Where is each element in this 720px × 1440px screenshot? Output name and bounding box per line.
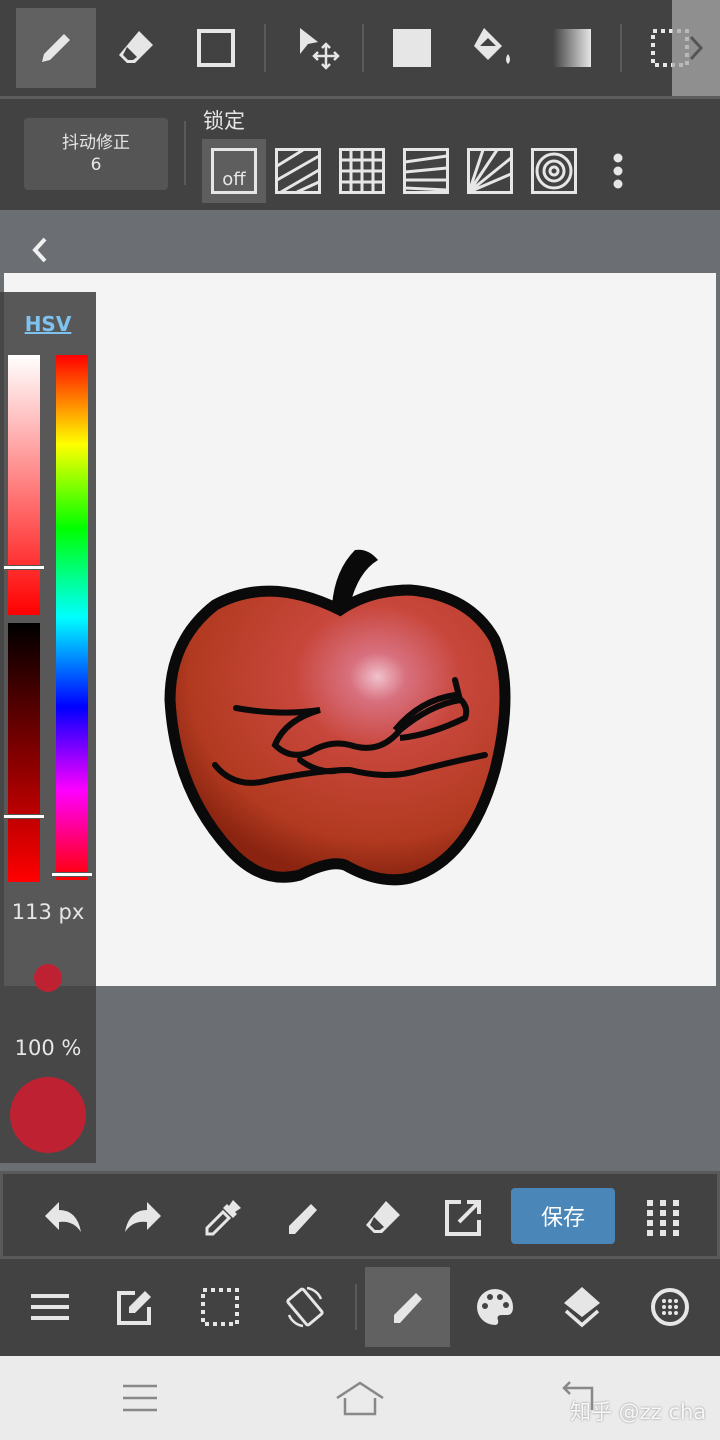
- nav-rotate-button[interactable]: [265, 1267, 345, 1347]
- system-home-button[interactable]: [330, 1370, 390, 1426]
- brush-size-value: 113 px: [11, 900, 85, 924]
- bucket-tool-button[interactable]: [452, 8, 532, 88]
- nav-menu-button[interactable]: [10, 1267, 90, 1347]
- back-button[interactable]: [24, 232, 56, 268]
- apple-drawing: [164, 549, 511, 886]
- export-button[interactable]: [423, 1178, 503, 1258]
- perspective-icon: [403, 148, 449, 194]
- nav-material-button[interactable]: [630, 1267, 710, 1347]
- layers-icon: [564, 1287, 600, 1328]
- divider: [184, 121, 186, 185]
- divider: [264, 24, 266, 72]
- undo-icon: [45, 1202, 81, 1232]
- gradient-tool-button[interactable]: [532, 8, 612, 88]
- material-icon: [651, 1288, 689, 1326]
- selection-icon: [201, 1288, 239, 1326]
- grid-menu-button[interactable]: [623, 1178, 703, 1258]
- more-vertical-icon: [613, 153, 623, 189]
- snap-off-button[interactable]: off: [202, 139, 266, 203]
- save-button[interactable]: 保存: [511, 1188, 615, 1244]
- current-color-swatch[interactable]: [10, 1077, 86, 1153]
- stabilizer-label: 抖动修正: [62, 133, 130, 153]
- value-handle[interactable]: [3, 814, 45, 820]
- saturation-handle[interactable]: [3, 565, 45, 571]
- stabilizer-button[interactable]: 抖动修正 6: [24, 118, 168, 190]
- redo-icon: [125, 1202, 161, 1232]
- snap-perspective-button[interactable]: [394, 139, 458, 203]
- bottom-nav: [0, 1259, 720, 1356]
- pen-button[interactable]: [263, 1178, 343, 1258]
- nav-edit-button[interactable]: [95, 1267, 175, 1347]
- eraser-icon: [366, 1201, 400, 1233]
- pen-icon: [289, 1204, 317, 1234]
- scroll-right-button[interactable]: [672, 0, 720, 96]
- bucket-icon: [474, 28, 510, 64]
- grid-icon: [339, 148, 385, 194]
- radial-lines-icon: [467, 148, 513, 194]
- home-icon: [336, 1381, 384, 1416]
- opacity-value: 100 %: [14, 1036, 82, 1060]
- chevron-right-icon: [689, 35, 704, 61]
- nav-selection-button[interactable]: [180, 1267, 260, 1347]
- edit-icon: [117, 1291, 151, 1325]
- divider: [620, 24, 622, 72]
- saturation-slider[interactable]: [3, 355, 45, 615]
- nav-palette-button[interactable]: [455, 1267, 535, 1347]
- redo-button[interactable]: [103, 1178, 183, 1258]
- divider: [362, 24, 364, 72]
- watermark: 知乎 @zz cha: [570, 1400, 707, 1424]
- bottom-toolbar: 保存: [0, 1171, 720, 1259]
- eraser-button[interactable]: [343, 1178, 423, 1258]
- top-toolbar: [0, 0, 720, 96]
- pen-icon: [393, 1293, 422, 1323]
- fill-rect-tool-button[interactable]: [372, 8, 452, 88]
- chevron-left-icon: [32, 237, 47, 263]
- menu-icon: [31, 1294, 69, 1320]
- concentric-circles-icon: [531, 148, 577, 194]
- value-slider[interactable]: [3, 623, 45, 882]
- brush-size-preview[interactable]: [34, 964, 62, 992]
- palette-icon: [477, 1289, 513, 1325]
- more-options-button[interactable]: [600, 139, 636, 203]
- snap-radial-button[interactable]: [458, 139, 522, 203]
- rotate-icon: [286, 1286, 324, 1328]
- eyedropper-button[interactable]: [183, 1178, 263, 1258]
- system-nav-bar: 知乎 @zz cha: [0, 1356, 720, 1440]
- gradient-icon: [553, 29, 591, 67]
- stabilizer-value: 6: [90, 155, 102, 175]
- snap-circle-button[interactable]: [522, 139, 586, 203]
- snap-off-label: off: [211, 148, 257, 194]
- eraser-icon: [119, 31, 153, 63]
- parallel-lines-icon: [275, 148, 321, 194]
- rectangle-icon: [197, 29, 235, 67]
- fill-rect-icon: [393, 29, 431, 67]
- menu-icon: [123, 1384, 157, 1412]
- color-mode-toggle[interactable]: HSV: [0, 312, 96, 336]
- snap-parallel-button[interactable]: [266, 139, 330, 203]
- eraser-tool-button[interactable]: [96, 8, 176, 88]
- sub-toolbar: 抖动修正 6 锁定 off: [0, 99, 720, 210]
- snap-grid-button[interactable]: [330, 139, 394, 203]
- color-panel: HSV 113 px 100 %: [0, 292, 96, 1163]
- drawing-canvas[interactable]: [4, 273, 716, 986]
- nav-pen-button[interactable]: [365, 1267, 450, 1347]
- hue-slider[interactable]: [51, 355, 93, 880]
- pen-icon: [42, 34, 70, 62]
- rectangle-tool-button[interactable]: [176, 8, 256, 88]
- nav-layers-button[interactable]: [542, 1267, 622, 1347]
- export-icon: [445, 1200, 481, 1236]
- snap-label: 锁定: [203, 109, 245, 133]
- eyedropper-icon: [205, 1200, 241, 1236]
- divider: [355, 1284, 357, 1330]
- hue-handle[interactable]: [51, 871, 93, 877]
- move-icon: [300, 28, 340, 70]
- grid-menu-icon: [647, 1200, 679, 1236]
- move-tool-button[interactable]: [280, 8, 360, 88]
- system-menu-button[interactable]: [110, 1370, 170, 1426]
- undo-button[interactable]: [23, 1178, 103, 1258]
- pen-tool-button[interactable]: [16, 8, 96, 88]
